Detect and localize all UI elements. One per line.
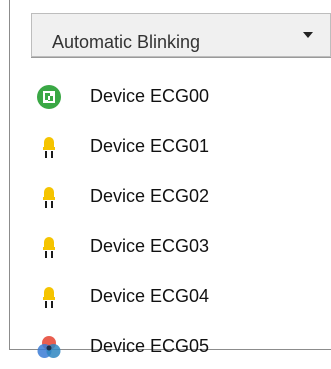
dropdown-separator	[31, 57, 331, 58]
yellow-light-icon	[36, 234, 62, 260]
device-list-panel: Automatic Blinking Device ECG00 Device E…	[0, 0, 331, 369]
yellow-light-icon	[36, 184, 62, 210]
list-item-device-ecg02[interactable]: Device ECG02	[10, 172, 331, 222]
device-label: Device ECG02	[90, 186, 210, 206]
list-item-device-ecg01[interactable]: Device ECG01	[10, 122, 331, 172]
chevron-down-icon[interactable]	[303, 32, 313, 38]
list-item-device-ecg00[interactable]: Device ECG00	[10, 72, 331, 122]
yellow-light-icon	[36, 284, 62, 310]
list-item-device-ecg03[interactable]: Device ECG03	[10, 222, 331, 272]
device-label: Device ECG00	[90, 86, 210, 106]
yellow-light-icon	[36, 134, 62, 160]
rgb-color-icon	[36, 334, 62, 360]
device-list: Device ECG00 Device ECG01 Device ECG02 D…	[10, 72, 331, 369]
device-label: Device ECG03	[90, 236, 210, 256]
device-label: Device ECG01	[90, 136, 210, 156]
device-label: Device ECG05	[90, 336, 210, 356]
green-device-icon	[36, 84, 62, 110]
device-label: Device ECG04	[90, 286, 210, 306]
mode-dropdown-value: Automatic Blinking	[52, 32, 201, 52]
mode-dropdown[interactable]: Automatic Blinking	[31, 13, 331, 57]
list-item-device-ecg05[interactable]: Device ECG05	[10, 322, 331, 369]
list-item-device-ecg04[interactable]: Device ECG04	[10, 272, 331, 322]
